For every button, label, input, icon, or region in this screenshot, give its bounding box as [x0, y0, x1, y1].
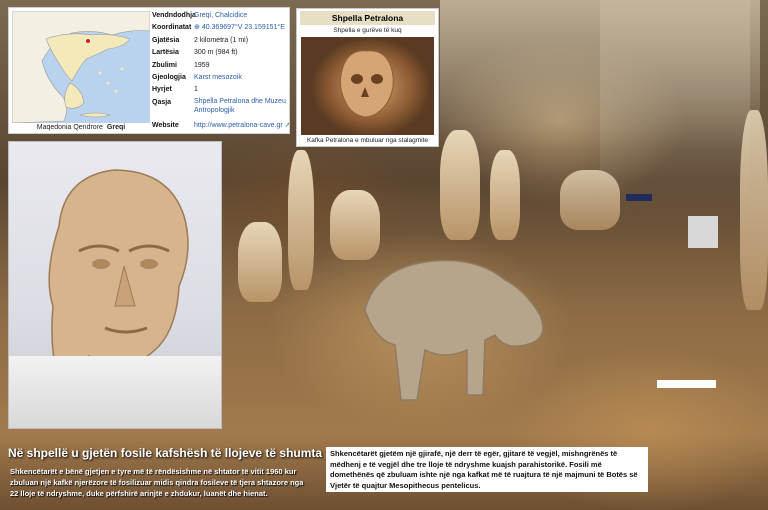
stalagmite — [560, 170, 620, 230]
stalagmite-column — [740, 110, 768, 310]
infobox-row-length: Gjatësia 2 kilometra (1 mi) — [152, 35, 289, 47]
cave-photo-box: Shpella Petralona Shpella e gurëve të ku… — [296, 8, 439, 147]
stalagmite — [238, 222, 282, 302]
infobox-row-website: Website http://www.petralona-cave.gr ↗ — [152, 120, 289, 132]
discovery-value: 1959 — [194, 61, 210, 69]
fossils-paragraph-box: Shkencëtarët gjetëm një gjirafë, një der… — [326, 447, 648, 492]
infobox-row-discovery: Zbulimi 1959 — [152, 60, 289, 72]
museum-plaque — [9, 356, 221, 428]
infobox-key: Gjeologjia — [152, 73, 186, 81]
greece-map-icon — [12, 11, 150, 123]
cave-display-panel — [688, 216, 718, 248]
website-link[interactable]: http://www.petralona-cave.gr ↗ — [194, 120, 289, 132]
coordinates-link[interactable]: ⊕ 40.369697°V 23.159151°E — [194, 22, 289, 34]
discovery-paragraph: Shkencëtarët e bënë gjetjen e tyre më të… — [10, 467, 304, 498]
access-link[interactable]: Shpella Petralona dhe Muzeu Antropologji… — [194, 97, 289, 117]
external-link-icon: ↗ — [284, 121, 289, 129]
length-value: 2 kilometra (1 mi) — [194, 36, 249, 44]
infobox-key: Lartësia — [152, 49, 179, 57]
infobox-row-location: Vendndodhja Greqi, Chalcidice — [152, 10, 289, 22]
infobox-row-coordinates: Koordinatat ⊕ 40.369697°V 23.159151°E — [152, 22, 289, 34]
petralona-man-bust-photo — [8, 141, 222, 429]
fossils-heading: Në shpellë u gjetën fosile kafshësh të l… — [8, 446, 330, 460]
elevation-value: 300 m (984 ft) — [194, 49, 238, 57]
map-caption-country: Greqi — [106, 124, 126, 131]
infobox-row-geology: Gjeologjia Karst mesozoik — [152, 72, 289, 84]
location-map[interactable] — [12, 11, 150, 123]
stalagmite — [440, 130, 480, 240]
skull-photo-caption: Kafka Petralona e mbuluar nga stalagmite — [306, 137, 429, 144]
map-caption: Maqedonia Qendrore Greqi — [12, 124, 150, 131]
infobox-key: Qasja — [152, 98, 172, 106]
stalagmite — [490, 150, 520, 240]
infobox-key: Hyrjet — [152, 86, 172, 94]
infobox-key: Gjatësia — [152, 36, 180, 44]
cave-title: Shpella Petralona — [300, 11, 435, 25]
cave-sign — [626, 194, 652, 201]
skull-in-stalagmite-image — [339, 50, 394, 118]
scale-bar — [657, 380, 716, 388]
petralona-skull-photo[interactable] — [301, 37, 434, 135]
geology-link[interactable]: Karst mesozoik — [194, 72, 289, 84]
website-url: http://www.petralona-cave.gr — [194, 121, 283, 129]
map-caption-region: Maqedonia Qendrore — [36, 124, 103, 131]
coordinates-text: 40.369697°V 23.159151°E — [201, 24, 285, 32]
stalagmite — [288, 150, 314, 290]
infobox-key: Vendndodhja — [152, 12, 196, 19]
cave-bear-sculpture — [364, 259, 544, 401]
location-link[interactable]: Greqi, Chalcidice — [194, 10, 289, 22]
infobox-rows: Vendndodhja Greqi, Chalcidice Koordinatat… — [152, 10, 289, 132]
infobox-key: Website — [152, 121, 179, 129]
cave-subtitle: Shpella e gurëve të kuq — [333, 27, 402, 34]
cave-infobox: Maqedonia Qendrore Greqi Vendndodhja Greqi… — [8, 7, 290, 134]
globe-icon: ⊕ — [194, 24, 202, 32]
infobox-row-entrances: Hyrjet 1 — [152, 84, 289, 96]
infobox-key: Koordinatat — [152, 24, 192, 32]
entrances-value: 1 — [194, 86, 198, 94]
infobox-row-access: Qasja Shpella Petralona dhe Muzeu Antropo… — [152, 97, 289, 117]
bust-sculpture-image — [48, 169, 189, 385]
cave-stalactite-curtain — [600, 0, 750, 220]
infobox-row-elevation: Lartësia 300 m (984 ft) — [152, 47, 289, 59]
infobox-key: Zbulimi — [152, 61, 177, 69]
